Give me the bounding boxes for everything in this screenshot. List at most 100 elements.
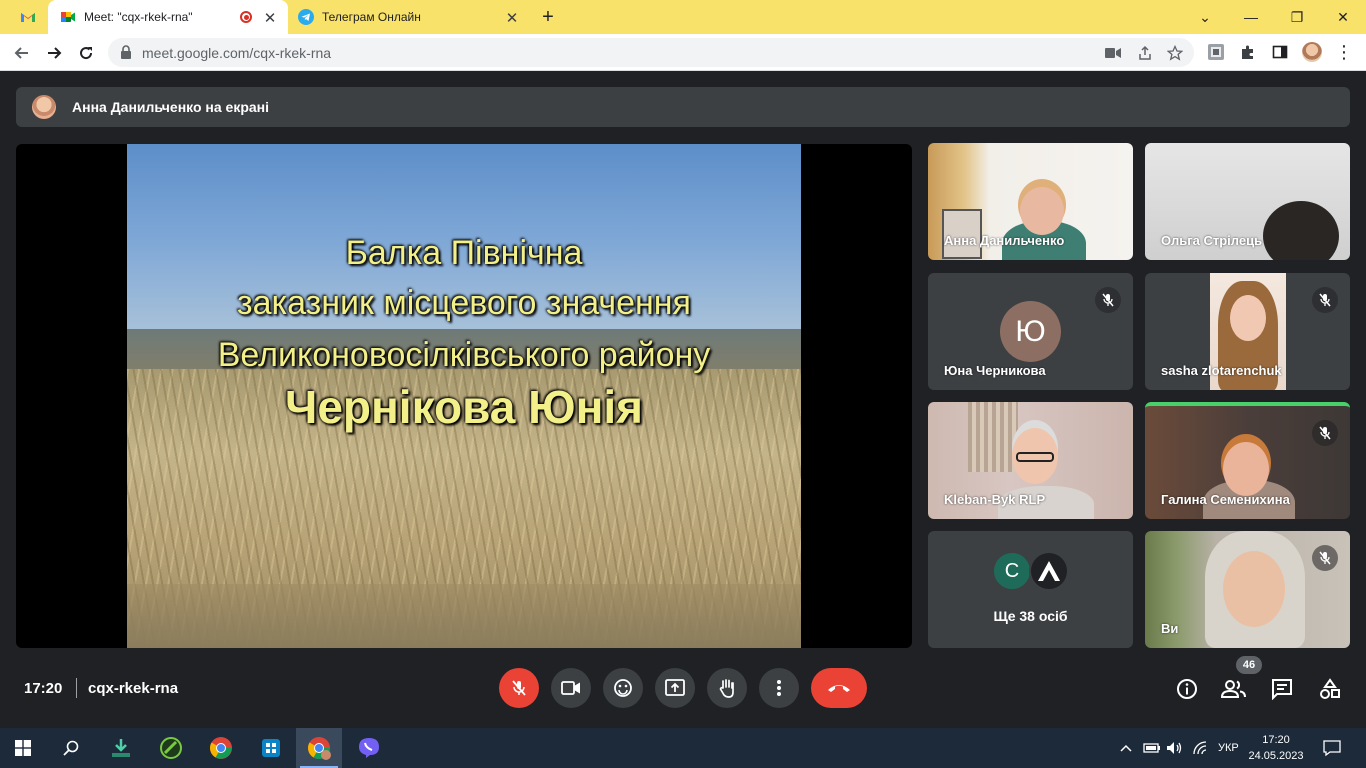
participant-tile[interactable]: Kleban-Byk RLP bbox=[928, 402, 1133, 519]
tab-telegram[interactable]: Телеграм Онлайн ✕ bbox=[290, 0, 530, 34]
participant-tile[interactable]: Галина Семенихина bbox=[1145, 402, 1350, 519]
close-tab-icon[interactable]: ✕ bbox=[504, 9, 520, 27]
reload-icon[interactable] bbox=[74, 41, 98, 65]
search-taskbar-button[interactable] bbox=[48, 728, 94, 768]
lock-icon bbox=[121, 45, 131, 59]
extensions-puzzle-icon[interactable] bbox=[1238, 42, 1258, 62]
mic-off-icon bbox=[1312, 287, 1338, 313]
glasses bbox=[1016, 452, 1054, 462]
tab-meet[interactable]: Meet: "cqx-rkek-rna" ✕ bbox=[48, 0, 288, 34]
tab-title: Телеграм Онлайн bbox=[322, 10, 421, 24]
chat-icon bbox=[1272, 679, 1292, 700]
windows-logo-icon bbox=[15, 740, 31, 756]
minimize-icon[interactable]: — bbox=[1228, 0, 1274, 34]
back-icon[interactable] bbox=[10, 41, 34, 65]
meet-icon bbox=[61, 12, 75, 22]
mic-off-icon bbox=[512, 680, 526, 696]
leave-call-button[interactable] bbox=[811, 668, 867, 708]
tab-search-icon[interactable]: ⌄ bbox=[1182, 0, 1228, 34]
chat-button[interactable] bbox=[1269, 676, 1295, 702]
battery-icon[interactable] bbox=[1143, 728, 1161, 768]
hang-up-icon bbox=[828, 685, 850, 692]
taskbar-app-blue[interactable] bbox=[248, 728, 294, 768]
activities-button[interactable] bbox=[1317, 676, 1343, 702]
participant-tile[interactable]: Ольга Стрілець bbox=[1145, 143, 1350, 260]
participant-tile[interactable]: Ю Юна Черникова bbox=[928, 273, 1133, 390]
mic-toggle-button[interactable] bbox=[499, 668, 539, 708]
meeting-details-button[interactable] bbox=[1174, 676, 1200, 702]
meeting-time: 17:20 bbox=[24, 680, 63, 697]
more-participants-tile[interactable]: С Ще 38 осіб bbox=[928, 531, 1133, 648]
letter-a-icon bbox=[1038, 561, 1060, 581]
taskbar-viber[interactable] bbox=[346, 728, 392, 768]
tray-overflow-icon[interactable] bbox=[1120, 728, 1132, 768]
more-participants-label: Ще 38 осіб bbox=[993, 608, 1068, 624]
restore-icon[interactable]: ❐ bbox=[1274, 0, 1320, 34]
bookmark-star-icon[interactable] bbox=[1166, 44, 1184, 62]
tab-gmail[interactable] bbox=[8, 0, 48, 34]
volume-icon[interactable] bbox=[1166, 728, 1184, 768]
camera-toggle-button[interactable] bbox=[551, 668, 591, 708]
shared-slide: Балка Північна заказник місцевого значен… bbox=[127, 144, 801, 648]
taskbar-app-downloader[interactable] bbox=[98, 728, 144, 768]
profile-avatar[interactable] bbox=[1302, 42, 1322, 62]
extension-icon[interactable] bbox=[1206, 42, 1226, 62]
participants-count-badge: 46 bbox=[1236, 656, 1262, 674]
more-options-button[interactable] bbox=[759, 668, 799, 708]
meeting-controls-bar: 17:20 cqx-rkek-rna 46 bbox=[0, 656, 1366, 728]
meeting-code: cqx-rkek-rna bbox=[88, 680, 179, 697]
new-tab-button[interactable]: + bbox=[536, 0, 560, 34]
url-text: meet.google.com/cqx-rkek-rna bbox=[142, 45, 332, 61]
screen-share-stage[interactable]: Балка Північна заказник місцевого значен… bbox=[16, 144, 912, 648]
app-circle-icon bbox=[160, 737, 182, 759]
reactions-button[interactable] bbox=[603, 668, 643, 708]
camera-in-use-icon[interactable] bbox=[1104, 44, 1122, 62]
participant-initial-avatar: С bbox=[992, 551, 1032, 591]
raise-hand-button[interactable] bbox=[707, 668, 747, 708]
taskbar-date: 24.05.2023 bbox=[1248, 750, 1304, 762]
browser-menu-icon[interactable]: ⋮ bbox=[1334, 42, 1354, 62]
wifi-icon[interactable] bbox=[1192, 728, 1208, 768]
windows-taskbar: УКР 17:20 24.05.2023 bbox=[0, 728, 1366, 768]
taskbar-clock[interactable]: 17:20 24.05.2023 bbox=[1246, 732, 1306, 764]
presenter-avatar bbox=[32, 95, 56, 119]
language-indicator[interactable]: УКР bbox=[1218, 728, 1239, 768]
emoji-icon bbox=[614, 679, 632, 697]
mic-off-icon bbox=[1095, 287, 1121, 313]
chrome-profile-icon bbox=[308, 737, 331, 760]
participant-face bbox=[1020, 187, 1064, 235]
notifications-icon[interactable] bbox=[1322, 728, 1342, 768]
address-bar[interactable]: meet.google.com/cqx-rkek-rna bbox=[108, 38, 1194, 67]
curtain bbox=[968, 402, 1018, 472]
viber-icon bbox=[359, 738, 379, 758]
present-screen-button[interactable] bbox=[655, 668, 695, 708]
slide-ground bbox=[127, 584, 801, 648]
people-button[interactable] bbox=[1221, 676, 1247, 702]
start-button[interactable] bbox=[0, 728, 46, 768]
slide-subtitle-line: заказник місцевого значення bbox=[237, 284, 691, 322]
participant-tile[interactable]: Анна Данильченко bbox=[928, 143, 1133, 260]
taskbar-chrome[interactable] bbox=[198, 728, 244, 768]
tab-title: Meet: "cqx-rkek-rna" bbox=[84, 10, 193, 24]
gmail-icon bbox=[21, 13, 35, 22]
participant-name: Kleban-Byk RLP bbox=[944, 492, 1046, 507]
participant-initial-avatar: Ю bbox=[1000, 301, 1061, 362]
participant-name: Галина Семенихина bbox=[1161, 492, 1290, 507]
share-icon[interactable] bbox=[1136, 44, 1154, 62]
taskbar-time: 17:20 bbox=[1262, 734, 1290, 746]
taskbar-app-green[interactable] bbox=[148, 728, 194, 768]
close-tab-icon[interactable]: ✕ bbox=[262, 9, 278, 27]
taskbar-chrome-active[interactable] bbox=[296, 728, 342, 768]
participant-name: Ольга Стрілець bbox=[1161, 233, 1263, 248]
participant-name: sasha zlotarenchuk bbox=[1161, 363, 1282, 378]
participant-tile[interactable]: sasha zlotarenchuk bbox=[1145, 273, 1350, 390]
more-vertical-icon bbox=[777, 680, 781, 696]
forward-icon[interactable] bbox=[42, 41, 66, 65]
mic-off-icon bbox=[1312, 420, 1338, 446]
info-icon bbox=[1177, 679, 1197, 699]
side-panel-icon[interactable] bbox=[1270, 42, 1290, 62]
hand-icon bbox=[719, 679, 734, 698]
participant-name: Юна Черникова bbox=[944, 363, 1046, 378]
close-window-icon[interactable]: ✕ bbox=[1320, 0, 1366, 34]
self-view-tile[interactable]: Ви bbox=[1145, 531, 1350, 648]
